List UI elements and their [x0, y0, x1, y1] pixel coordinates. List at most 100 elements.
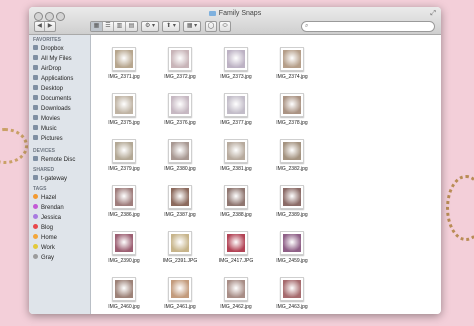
- file-item[interactable]: IMG_2379.jpg: [98, 139, 150, 184]
- sidebar-item-desktop[interactable]: Desktop: [33, 84, 89, 94]
- file-item[interactable]: IMG_2388.jpg: [210, 185, 262, 230]
- file-name-label: IMG_2371.jpg: [108, 74, 140, 80]
- file-item[interactable]: IMG_2461.jpg: [154, 277, 206, 314]
- photo-thumbnail[interactable]: [280, 277, 304, 301]
- file-item[interactable]: IMG_2373.jpg: [210, 47, 262, 92]
- sidebar-item-work[interactable]: Work: [33, 243, 89, 253]
- photo-thumbnail[interactable]: [280, 231, 304, 255]
- photo-thumbnail[interactable]: [280, 185, 304, 209]
- list-view-button[interactable]: ☰: [103, 22, 114, 31]
- file-item[interactable]: IMG_2459.jpg: [266, 231, 318, 276]
- title-bar: Family Snaps ⤢ ◀ ▶ ▦ ☰ ▥ ▤ ⚙ ▾ ⬆ ▾ ▦ ▾ ◯…: [29, 7, 441, 35]
- sidebar-item-downloads[interactable]: Downloads: [33, 104, 89, 114]
- file-name-label: IMG_2375.jpg: [108, 120, 140, 126]
- sidebar-item-gray[interactable]: Gray: [33, 253, 89, 263]
- file-name-label: IMG_2460.jpg: [108, 304, 140, 310]
- sidebar-item-brendan[interactable]: Brendan: [33, 203, 89, 213]
- file-item[interactable]: IMG_2389.jpg: [266, 185, 318, 230]
- photo-preview: [283, 234, 301, 252]
- share-button[interactable]: ⬆ ▾: [162, 21, 180, 32]
- action-menu-button[interactable]: ⚙ ▾: [141, 21, 159, 32]
- photo-preview: [283, 96, 301, 114]
- file-item[interactable]: IMG_2390.jpg: [98, 231, 150, 276]
- photo-thumbnail[interactable]: [224, 231, 248, 255]
- file-item[interactable]: IMG_2391.JPG: [154, 231, 206, 276]
- file-item[interactable]: IMG_2381.jpg: [210, 139, 262, 184]
- photo-thumbnail[interactable]: [280, 47, 304, 71]
- photo-thumbnail[interactable]: [224, 139, 248, 163]
- tag-color-dot-icon: [33, 204, 38, 209]
- file-item[interactable]: IMG_2371.jpg: [98, 47, 150, 92]
- photo-thumbnail[interactable]: [168, 139, 192, 163]
- photo-thumbnail[interactable]: [112, 277, 136, 301]
- path-button[interactable]: ◯: [205, 21, 217, 32]
- photo-thumbnail[interactable]: [168, 93, 192, 117]
- photo-preview: [283, 188, 301, 206]
- file-item[interactable]: IMG_2376.jpg: [154, 93, 206, 138]
- photo-thumbnail[interactable]: [168, 277, 192, 301]
- photo-thumbnail[interactable]: [112, 47, 136, 71]
- sidebar-item-jessica[interactable]: Jessica: [33, 213, 89, 223]
- photo-preview: [283, 50, 301, 68]
- sidebar-item-documents[interactable]: Documents: [33, 94, 89, 104]
- edit-tags-button[interactable]: ⬭: [219, 21, 231, 32]
- file-item[interactable]: IMG_2382.jpg: [266, 139, 318, 184]
- file-item[interactable]: IMG_2374.jpg: [266, 47, 318, 92]
- applications-icon: [33, 75, 38, 80]
- sidebar-item-remote-disc[interactable]: Remote Disc: [33, 155, 89, 165]
- photo-thumbnail[interactable]: [224, 185, 248, 209]
- sidebar-section-header: TAGS: [33, 186, 47, 192]
- file-item[interactable]: IMG_2375.jpg: [98, 93, 150, 138]
- background-glitter-swirl: [0, 128, 28, 164]
- arrange-button[interactable]: ▦ ▾: [183, 21, 201, 32]
- file-item[interactable]: IMG_2460.jpg: [98, 277, 150, 314]
- file-name-label: IMG_2378.jpg: [276, 120, 308, 126]
- photo-thumbnail[interactable]: [224, 277, 248, 301]
- photo-thumbnail[interactable]: [112, 139, 136, 163]
- file-item[interactable]: IMG_2380.jpg: [154, 139, 206, 184]
- back-button[interactable]: ◀: [35, 22, 45, 31]
- file-item[interactable]: IMG_2377.jpg: [210, 93, 262, 138]
- photo-thumbnail[interactable]: [224, 47, 248, 71]
- photo-thumbnail[interactable]: [224, 93, 248, 117]
- sidebar-item-dropbox[interactable]: Dropbox: [33, 44, 89, 54]
- file-name-label: IMG_2379.jpg: [108, 166, 140, 172]
- forward-button[interactable]: ▶: [45, 22, 55, 31]
- file-item[interactable]: IMG_2463.jpg: [266, 277, 318, 314]
- sidebar-item-pictures[interactable]: Pictures: [33, 134, 89, 144]
- search-field[interactable]: ⌕: [301, 21, 435, 32]
- sidebar-item-all-my-files[interactable]: All My Files: [33, 54, 89, 64]
- photo-thumbnail[interactable]: [112, 185, 136, 209]
- photo-thumbnail[interactable]: [168, 47, 192, 71]
- photo-thumbnail[interactable]: [168, 231, 192, 255]
- tag-color-dot-icon: [33, 234, 38, 239]
- photo-thumbnail[interactable]: [280, 139, 304, 163]
- file-item[interactable]: IMG_2386.jpg: [98, 185, 150, 230]
- sidebar-item-blog[interactable]: Blog: [33, 223, 89, 233]
- photo-thumbnail[interactable]: [112, 231, 136, 255]
- tag-color-dot-icon: [33, 254, 38, 259]
- sidebar-item-t-gateway[interactable]: t-gateway: [33, 174, 89, 184]
- downloads-icon: [33, 105, 38, 110]
- sidebar-item-home[interactable]: Home: [33, 233, 89, 243]
- photo-preview: [171, 234, 189, 252]
- fullscreen-icon[interactable]: ⤢: [430, 10, 436, 18]
- background-glitter-swirl: [446, 175, 474, 241]
- column-view-button[interactable]: ▥: [114, 22, 126, 31]
- icon-view-button[interactable]: ▦: [91, 22, 103, 31]
- sidebar-item-label: Applications: [41, 76, 74, 82]
- sidebar-item-music[interactable]: Music: [33, 124, 89, 134]
- sidebar-item-applications[interactable]: Applications: [33, 74, 89, 84]
- photo-thumbnail[interactable]: [112, 93, 136, 117]
- file-item[interactable]: IMG_2462.jpg: [210, 277, 262, 314]
- file-item[interactable]: IMG_2378.jpg: [266, 93, 318, 138]
- cover-flow-button[interactable]: ▤: [126, 22, 137, 31]
- file-item[interactable]: IMG_2372.jpg: [154, 47, 206, 92]
- sidebar-item-airdrop[interactable]: AirDrop: [33, 64, 89, 74]
- file-item[interactable]: IMG_2417.JPG: [210, 231, 262, 276]
- file-item[interactable]: IMG_2387.jpg: [154, 185, 206, 230]
- sidebar-item-hazel[interactable]: Hazel: [33, 193, 89, 203]
- photo-thumbnail[interactable]: [280, 93, 304, 117]
- sidebar-item-movies[interactable]: Movies: [33, 114, 89, 124]
- photo-thumbnail[interactable]: [168, 185, 192, 209]
